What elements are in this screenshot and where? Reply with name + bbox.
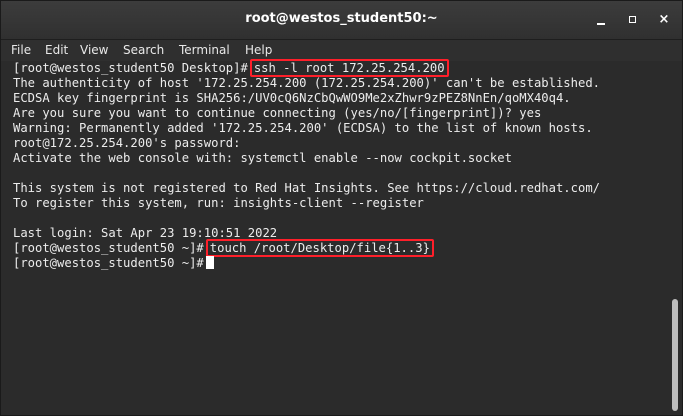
menu-edit[interactable]: Edit [43,43,70,57]
highlighted-command: touch /root/Desktop/file{1..3} [205,239,434,257]
highlighted-command: ssh -l root 172.25.254.200 [249,59,449,77]
terminal-line: Are you sure you want to continue connec… [13,106,542,120]
terminal-line: The authenticity of host '172.25.254.200… [13,76,600,90]
terminal-line: ECDSA key fingerprint is SHA256:/UV0cQ6N… [13,91,571,105]
text-cursor[interactable] [205,256,214,269]
close-icon: × [658,12,670,27]
terminal-line: [root@westos_student50 Desktop]# ssh -l r… [13,59,449,77]
menu-terminal[interactable]: Terminal [177,43,232,57]
terminal-line: To register this system, run: insights-c… [13,196,424,210]
scrollbar-thumb[interactable] [672,299,678,411]
menu-view[interactable]: View [78,43,110,57]
terminal-line: [root@westos_student50 ~]# [13,256,214,271]
window-title: root@westos_student50:~ [245,11,438,26]
minimize-button[interactable] [590,10,612,30]
terminal-line: This system is not registered to Red Hat… [13,181,600,195]
shell-prompt: [root@westos_student50 Desktop]# [13,61,248,75]
menu-file[interactable]: File [9,43,33,57]
scrollbar[interactable] [669,61,682,415]
terminal-line: root@172.25.254.200's password: [13,136,241,150]
minimize-icon [597,22,605,25]
maximize-button[interactable] [621,10,643,30]
menu-bar: File Edit View Search Terminal Help [1,40,682,61]
title-bar[interactable]: root@westos_student50:~ × [1,1,682,40]
terminal-window: root@westos_student50:~ × File Edit View… [0,0,683,416]
maximize-icon [628,16,636,23]
terminal-line: [root@westos_student50 ~]# touch /root/De… [13,239,434,257]
menu-help[interactable]: Help [243,43,274,57]
terminal-output[interactable]: [root@westos_student50 Desktop]# ssh -l r… [1,59,669,415]
close-button[interactable]: × [653,10,675,30]
shell-prompt: [root@westos_student50 ~]# [13,256,204,270]
shell-prompt: [root@westos_student50 ~]# [13,241,204,255]
terminal-line: Warning: Permanently added '172.25.254.2… [13,121,593,135]
menu-search[interactable]: Search [121,43,166,57]
terminal-line: Activate the web console with: systemctl… [13,151,512,165]
